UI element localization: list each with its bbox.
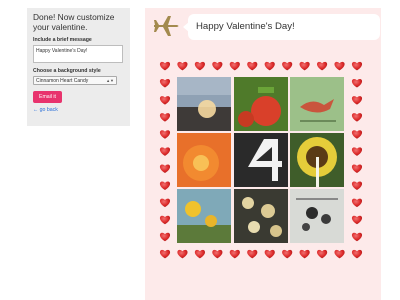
heart-icon: [299, 61, 310, 71]
number-four-photo: [234, 133, 288, 187]
heart-icon: [351, 215, 363, 225]
heart-icon: [351, 78, 363, 88]
heart-icon: [264, 61, 275, 71]
heart-icon: [351, 130, 363, 139]
heart-icon: [351, 61, 363, 71]
yellow-flowers-photo: [177, 189, 231, 243]
heart-icon: [159, 130, 171, 139]
heart-icon: [159, 78, 171, 88]
heart-icon: [159, 113, 171, 122]
heart-icon: [351, 164, 363, 173]
sunset-photo: [177, 77, 231, 131]
heart-icon: [212, 249, 223, 259]
heart-icon: [159, 232, 171, 242]
heart-icon: [159, 96, 171, 105]
heart-icon: [317, 249, 328, 259]
heart-icon: [177, 249, 188, 259]
heart-icon: [159, 61, 171, 71]
strawberry-photo: [234, 77, 288, 131]
heart-icon: [229, 61, 240, 71]
heart-icon: [351, 113, 363, 122]
flower-blossoms-photo: [234, 189, 288, 243]
heart-icon: [334, 61, 345, 71]
orange-flower-photo: [177, 133, 231, 187]
heart-icon: [159, 198, 171, 208]
heart-icon: [282, 61, 293, 71]
heart-icon: [159, 147, 171, 156]
heart-icon: [351, 181, 363, 191]
heart-icon: [351, 232, 363, 242]
heart-icon: [177, 61, 188, 71]
heart-icon: [299, 249, 310, 259]
heart-icon: [159, 181, 171, 191]
heart-icon: [317, 61, 328, 71]
heart-icon: [159, 215, 171, 225]
heart-icon: [229, 249, 240, 259]
heart-icon: [194, 249, 205, 259]
heart-icon: [351, 249, 363, 259]
heart-icon: [159, 164, 171, 173]
heart-icon: [159, 249, 171, 259]
heart-icon: [194, 61, 205, 71]
heart-icon: [282, 249, 293, 259]
heart-icon: [334, 249, 345, 259]
heart-icon: [212, 61, 223, 71]
heart-icon: [351, 147, 363, 156]
heart-icon: [247, 61, 258, 71]
heart-icon: [247, 249, 258, 259]
sunflower-photo: [290, 133, 344, 187]
heart-icon: [264, 249, 275, 259]
heart-icon: [351, 96, 363, 105]
heart-icon: [351, 198, 363, 208]
abstract-photo: [290, 189, 344, 243]
bird-art-photo: [290, 77, 344, 131]
